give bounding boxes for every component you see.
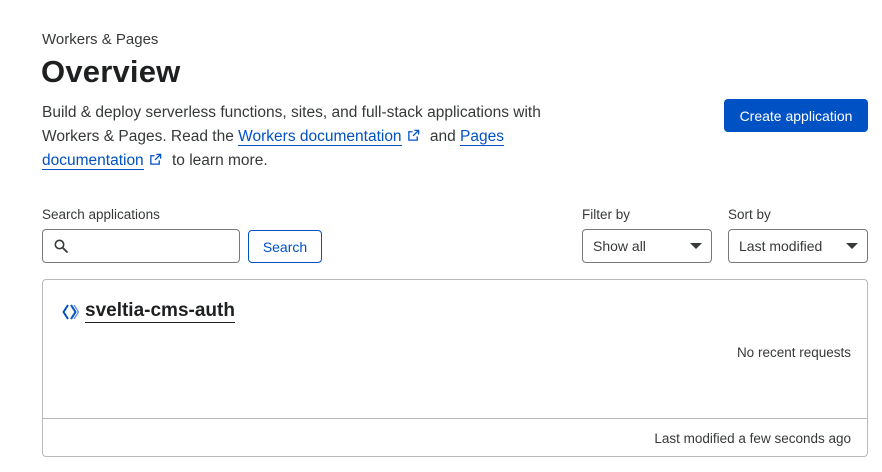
application-card: sveltia-cms-auth No recent requests Last…	[42, 279, 868, 457]
workers-documentation-link[interactable]: Workers documentation	[238, 128, 402, 146]
last-modified: Last modified a few seconds ago	[654, 431, 851, 446]
chevron-down-icon	[690, 243, 702, 249]
search-field[interactable]	[42, 229, 240, 263]
pages-documentation-link[interactable]: Pages	[460, 128, 504, 146]
description-text-end: to learn more.	[167, 152, 268, 169]
sort-label: Sort by	[728, 207, 771, 222]
search-input[interactable]	[75, 232, 235, 260]
card-divider	[43, 418, 867, 419]
search-label: Search applications	[42, 207, 160, 222]
page-title: Overview	[41, 54, 181, 89]
breadcrumb: Workers & Pages	[42, 31, 159, 48]
pages-documentation-link-cont[interactable]: documentation	[42, 152, 144, 170]
application-name-link[interactable]: sveltia-cms-auth	[85, 300, 235, 323]
filter-select[interactable]: Show all	[582, 229, 712, 263]
requests-status: No recent requests	[736, 345, 851, 360]
filter-label: Filter by	[582, 207, 631, 222]
search-icon	[54, 239, 68, 253]
external-link-icon	[149, 153, 161, 165]
filter-selected-value: Show all	[593, 238, 646, 254]
page-description: Build & deploy serverless functions, sit…	[42, 101, 602, 173]
external-link-icon	[407, 129, 419, 141]
create-application-button[interactable]: Create application	[724, 99, 868, 132]
search-button[interactable]: Search	[248, 230, 322, 263]
description-text-middle: and	[425, 128, 461, 145]
chevron-down-icon	[846, 243, 858, 249]
workers-icon	[62, 304, 80, 320]
sort-select[interactable]: Last modified	[728, 229, 868, 263]
sort-selected-value: Last modified	[739, 238, 823, 254]
